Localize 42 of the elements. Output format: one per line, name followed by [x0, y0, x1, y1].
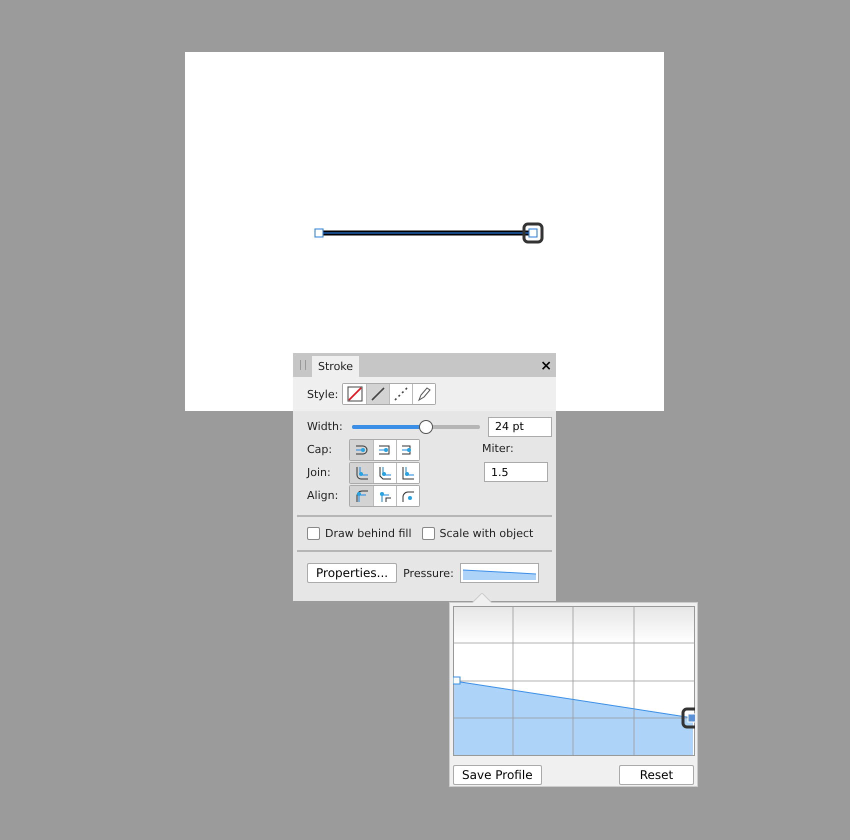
join-option-button[interactable] — [350, 462, 373, 482]
width-label: Width: — [307, 420, 343, 433]
checkbox-label: Scale with object — [440, 527, 534, 540]
cap-option-button[interactable] — [350, 440, 373, 460]
join-icon — [400, 466, 416, 480]
pressure-label: Pressure: — [403, 566, 454, 580]
join-icon — [377, 466, 393, 480]
slider-thumb[interactable] — [419, 420, 434, 434]
join-label: Join: — [307, 466, 332, 479]
miter-label: Miter: — [482, 442, 515, 455]
solid-style-button[interactable] — [366, 384, 390, 404]
cap-label: Cap: — [307, 443, 334, 456]
dashed-line-icon — [393, 386, 410, 402]
stroke-tab[interactable]: Stroke — [312, 356, 360, 377]
join-option-button[interactable] — [396, 462, 419, 482]
miter-field[interactable]: 1.5 — [484, 462, 548, 482]
brush-icon — [416, 386, 432, 402]
align-label: Align: — [307, 489, 340, 502]
align-option-button[interactable] — [350, 486, 373, 506]
save-profile-button[interactable]: Save Profile — [453, 765, 542, 785]
pressure-preview-icon — [462, 568, 536, 580]
join-icon — [354, 466, 370, 480]
cap-option-button[interactable] — [396, 440, 419, 460]
align-icon — [400, 488, 416, 502]
checkbox-label: Draw behind fill — [325, 527, 412, 540]
properties-button[interactable]: Properties... — [307, 563, 398, 583]
style-label: Style: — [307, 388, 338, 400]
cap-icon — [354, 442, 370, 456]
width-slider[interactable] — [352, 420, 480, 434]
checkbox[interactable] — [307, 527, 320, 540]
brush-style-button[interactable] — [412, 384, 436, 404]
checkbox[interactable] — [422, 527, 434, 540]
grip-icon[interactable] — [300, 360, 306, 370]
width-field[interactable]: 24 pt — [488, 416, 552, 436]
pressure-curve-drawing[interactable] — [453, 606, 695, 756]
close-button[interactable]: × — [540, 358, 552, 374]
solid-line-icon — [370, 386, 386, 402]
no-stroke-icon — [346, 386, 363, 402]
align-icon — [354, 488, 370, 502]
reset-button[interactable]: Reset — [619, 765, 694, 785]
pressure-button[interactable] — [460, 563, 539, 583]
align-option-button[interactable] — [396, 486, 419, 506]
